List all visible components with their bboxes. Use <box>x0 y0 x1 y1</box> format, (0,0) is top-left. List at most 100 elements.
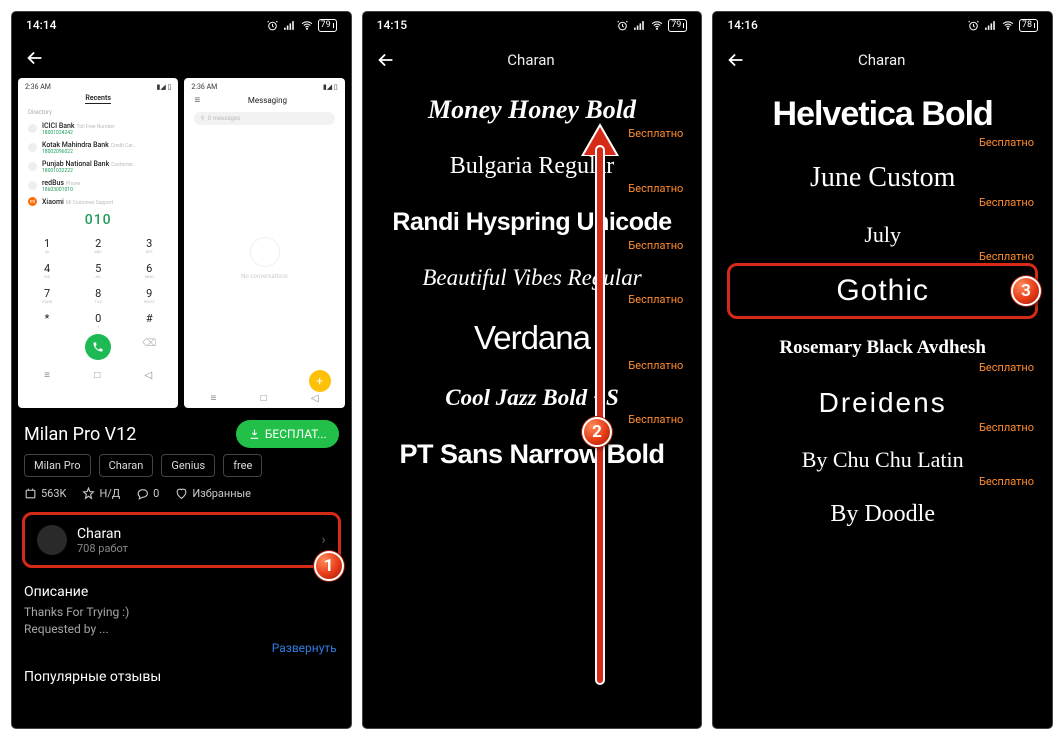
status-icons: 79 <box>266 19 337 32</box>
font-item[interactable]: VerdanaБесплатно <box>375 306 690 372</box>
price-label: Бесплатно <box>725 196 1040 209</box>
compose-icon: + <box>309 370 331 392</box>
wifi-icon <box>1001 19 1015 32</box>
status-bar: 14:15 79 <box>363 12 702 38</box>
status-time: 14:15 <box>377 18 407 32</box>
preview-status: 2:36 AM▮◢ ▯ <box>188 82 340 92</box>
download-label: БЕСПЛАТ... <box>265 427 327 441</box>
screenshot-panel-3: 14:16 78 Charan Helvetica BoldБесплатно … <box>713 12 1052 728</box>
chevron-right-icon: › <box>321 532 325 548</box>
empty-icon <box>250 237 280 267</box>
signal-icon <box>984 19 997 32</box>
font-item[interactable]: Randi Hyspring UnicodeБесплатно <box>375 195 690 252</box>
status-icons: 78 <box>967 19 1038 32</box>
battery-icon: 79 <box>668 19 687 32</box>
alarm-icon <box>266 19 279 32</box>
expand-link[interactable]: Развернуть <box>12 639 351 655</box>
preview-tabs: Recents <box>22 92 174 106</box>
tag-item[interactable]: free <box>223 454 262 477</box>
stats-row: 563K Н/Д 0 Избранные <box>12 487 351 512</box>
dialed-number: 010 <box>22 208 174 232</box>
search-bar: ⚲ 0 messages <box>194 112 334 125</box>
tag-row: Milan Pro Charan Genius free <box>12 454 351 487</box>
alarm-icon <box>967 19 980 32</box>
theme-title: Milan Pro V12 <box>24 424 136 445</box>
author-works: 708 работ <box>77 542 128 555</box>
font-item[interactable]: By Doodle <box>725 488 1040 530</box>
messaging-header: ≡Messaging <box>188 92 340 109</box>
preview-messaging[interactable]: 2:36 AM▮◢ ▯ ≡Messaging ⚲ 0 messages No c… <box>184 78 344 408</box>
annotation-badge-3: 3 <box>1011 276 1041 306</box>
description-text: Thanks For Trying :) Requested by ... <box>12 604 351 639</box>
status-icons: 79 <box>616 19 687 32</box>
battery-icon: 79 <box>318 19 337 32</box>
font-item[interactable]: June CustomБесплатно <box>725 149 1040 209</box>
font-item[interactable]: Cool Jazz Bold +SБесплатно <box>375 372 690 426</box>
status-bar: 14:14 79 <box>12 12 351 38</box>
font-item[interactable]: JulyБесплатно <box>725 209 1040 263</box>
font-item[interactable]: Beautiful Vibes RegularБесплатно <box>375 252 690 306</box>
font-item[interactable]: PT Sans Narrow Bold <box>375 426 690 485</box>
preview-dialer[interactable]: 2:36 AM▮◢ ▯ Recents Directory ICICI Bank… <box>18 78 178 408</box>
star-icon <box>82 487 95 500</box>
wifi-icon <box>650 19 664 32</box>
price-label: Бесплатно <box>375 239 690 252</box>
price-label: Бесплатно <box>725 250 1040 263</box>
author-name: Charan <box>77 526 128 542</box>
list-item: ICICI BankToll Free Number18001024242 <box>22 119 174 138</box>
list-item: redBusPhone18603001010 <box>22 176 174 195</box>
font-item[interactable]: Rosemary Black AvdheshБесплатно <box>725 319 1040 374</box>
price-label: Бесплатно <box>375 413 690 426</box>
keypad: 1∞ 2ABC 3DEF 4GHI 5JKL 6MNO 7PQRS 8TUV 9… <box>22 232 174 331</box>
theme-title-row: Milan Pro V12 БЕСПЛАТ... <box>12 408 351 454</box>
call-icon <box>85 334 111 360</box>
status-time: 14:14 <box>26 18 56 32</box>
downloads-icon <box>24 487 37 500</box>
favorite-stat[interactable]: Избранные <box>175 487 251 500</box>
screenshot-panel-1: 14:14 79 2:36 AM▮◢ ▯ Recents Directory I… <box>12 12 351 728</box>
reviews-heading: Популярные отзывы <box>12 655 351 689</box>
status-bar: 14:16 78 <box>713 12 1052 38</box>
font-list[interactable]: Helvetica BoldБесплатно June CustomБеспл… <box>713 82 1052 530</box>
directory-label: Directory <box>22 106 174 119</box>
empty-state: No conversations <box>188 128 340 389</box>
page-title: Charan <box>373 51 690 69</box>
price-label: Бесплатно <box>375 182 690 195</box>
tag-item[interactable]: Genius <box>161 454 215 477</box>
tag-item[interactable]: Charan <box>99 454 154 477</box>
wifi-icon <box>300 19 314 32</box>
font-item[interactable]: By Chu Chu LatinБесплатно <box>725 434 1040 488</box>
font-item[interactable]: Bulgaria RegularБесплатно <box>375 140 690 195</box>
alarm-icon <box>616 19 629 32</box>
price-label: Бесплатно <box>725 475 1040 488</box>
font-item[interactable]: Money Honey BoldБесплатно <box>375 82 690 140</box>
list-item: Kotak Mahindra BankCredit Car...18002096… <box>22 138 174 157</box>
annotation-badge-1: 1 <box>314 551 344 581</box>
price-label: Бесплатно <box>725 361 1040 374</box>
font-item[interactable]: Helvetica BoldБесплатно <box>725 82 1040 149</box>
rating-stat: Н/Д <box>82 487 120 500</box>
status-time: 14:16 <box>727 18 757 32</box>
back-button[interactable] <box>24 47 46 69</box>
price-label: Бесплатно <box>725 421 1040 434</box>
dial-row: ⌫ <box>22 331 174 366</box>
list-item: Punjab National BankCustomer...180010322… <box>22 157 174 176</box>
price-label: Бесплатно <box>375 127 690 140</box>
nav-bar: ≡□◁ <box>22 366 174 385</box>
font-item[interactable]: DreidensБесплатно <box>725 374 1040 434</box>
author-card[interactable]: Charan 708 работ › 1 <box>22 512 341 568</box>
battery-icon: 78 <box>1019 19 1038 32</box>
font-list[interactable]: Money Honey BoldБесплатно Bulgaria Regul… <box>363 82 702 485</box>
price-label: Бесплатно <box>375 359 690 372</box>
price-label: Бесплатно <box>725 136 1040 149</box>
download-icon <box>248 428 261 441</box>
comments-stat: 0 <box>136 487 159 500</box>
header: Charan <box>363 38 702 82</box>
page-title: Charan <box>723 51 1040 69</box>
signal-icon <box>633 19 646 32</box>
price-label: Бесплатно <box>375 293 690 306</box>
tag-item[interactable]: Milan Pro <box>24 454 91 477</box>
theme-previews: 2:36 AM▮◢ ▯ Recents Directory ICICI Bank… <box>12 78 351 408</box>
download-button[interactable]: БЕСПЛАТ... <box>236 420 339 448</box>
font-item-highlighted[interactable]: Gothic 3 <box>727 263 1038 319</box>
